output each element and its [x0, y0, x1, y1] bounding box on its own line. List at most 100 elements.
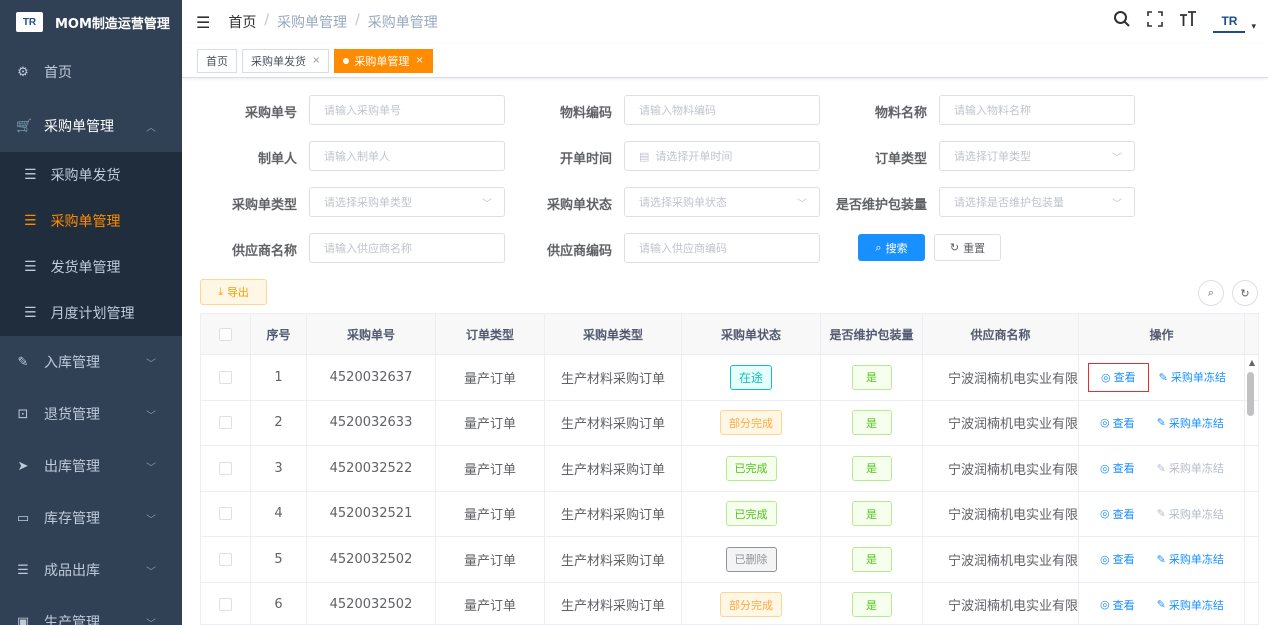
order-type-select[interactable]: 请选择订单类型 ﹀ — [939, 141, 1135, 171]
search-button[interactable]: ⌕ 搜索 — [858, 234, 925, 261]
sidebar-item-home[interactable]: ⚙ 首页 — [0, 44, 182, 100]
view-label: 查看 — [1112, 507, 1135, 521]
po-no-label: 采购单号 — [244, 106, 297, 121]
sidebar-item-purchase-order[interactable]: 🛒 采购单管理 ︿ — [0, 100, 182, 152]
logo-row: TR MOM制造运营管理 — [0, 0, 182, 44]
sidebar-subitem-po-shipping[interactable]: ☰ 采购单发货 — [0, 152, 182, 198]
sidebar-subitem-label: 月度计划管理 — [50, 306, 135, 322]
row-select-cell[interactable] — [201, 446, 251, 491]
sidebar-subitem-delivery-note[interactable]: ☰ 发货单管理 — [0, 244, 182, 290]
eye-icon: ◎ — [1100, 416, 1110, 430]
sidebar-item-returns[interactable]: ⊡ 退货管理 ﹀ — [0, 388, 182, 440]
avatar[interactable]: TR — [1213, 11, 1246, 33]
row-checkbox[interactable] — [219, 416, 232, 430]
edit-icon: ✎ — [1156, 461, 1166, 475]
row-checkbox[interactable] — [219, 598, 232, 612]
cell-supplier: 宁波润楠机电实业有限 — [923, 446, 1079, 491]
chevron-down-icon: ﹀ — [146, 514, 156, 526]
app-title: MOM制造运营管理 — [55, 16, 170, 32]
material-code-label: 物料编码 — [559, 106, 612, 121]
view-label: 查看 — [1112, 462, 1135, 476]
header-select-all[interactable] — [201, 314, 251, 354]
scroll-up-icon[interactable]: ▲ — [1249, 358, 1255, 367]
sidebar-item-outbound[interactable]: ➤ 出库管理 ﹀ — [0, 440, 182, 492]
freeze-button[interactable]: ✎ 采购单冻结 — [1157, 597, 1224, 613]
tag-po-shipping[interactable]: 采购单发货 × — [242, 48, 330, 73]
po-type-select[interactable]: 请选择采购单类型 ﹀ — [309, 187, 505, 217]
sidebar-subitem-po-management[interactable]: ☰ 采购单管理 — [0, 198, 182, 244]
freeze-label: 采购单冻结 — [1170, 371, 1226, 385]
supplier-name-input[interactable]: 请输入供应商名称 — [309, 233, 505, 263]
close-icon[interactable]: × — [312, 55, 320, 66]
freeze-button[interactable]: ✎ 采购单冻结 — [1157, 551, 1224, 567]
table-row: 1 4520032637 量产订单 生产材料采购订单 在途 是 宁波润楠机电实业有限 ◎ 查看 ✎… — [201, 355, 1258, 401]
hamburger-icon[interactable]: ☰ — [196, 13, 210, 32]
view-button[interactable]: ◎ 查看 — [1088, 545, 1147, 574]
caret-down-icon[interactable]: ▾ — [1251, 22, 1256, 32]
search-icon[interactable] — [1113, 10, 1131, 33]
view-button[interactable]: ◎ 查看 — [1088, 454, 1147, 483]
reset-button[interactable]: ↻ 重置 — [934, 234, 1001, 261]
sidebar-item-finished-goods[interactable]: ☰ 成品出库 ﹀ — [0, 544, 182, 596]
eye-icon: ◎ — [1100, 552, 1110, 566]
freeze-button[interactable]: ✎ 采购单冻结 — [1157, 415, 1224, 431]
freeze-label: 采购单冻结 — [1168, 462, 1224, 476]
view-button[interactable]: ◎ 查看 — [1088, 408, 1147, 437]
row-checkbox[interactable] — [219, 507, 232, 521]
cart-icon: 🛒 — [16, 118, 33, 134]
row-select-cell[interactable] — [201, 355, 251, 400]
view-label: 查看 — [1112, 416, 1135, 430]
material-code-input[interactable]: 请输入物料编码 — [624, 95, 820, 125]
maintain-pack-select[interactable]: 请选择是否维护包装量 ﹀ — [939, 187, 1135, 217]
production-icon: ▣ — [16, 614, 30, 625]
export-button-label: 导出 — [226, 286, 249, 299]
edit-icon: ✎ — [17, 354, 29, 370]
cell-actions: ◎ 查看 ✎ 采购单冻结 — [1079, 446, 1245, 491]
cell-order-type: 量产订单 — [436, 537, 545, 582]
open-time-picker[interactable]: ▤ 请选择开单时间 — [624, 141, 820, 171]
sidebar-item-production[interactable]: ▣ 生产管理 ﹀ — [0, 596, 182, 625]
refresh-icon: ↻ — [949, 241, 960, 254]
cell-pack: 是 — [821, 537, 923, 582]
supplier-code-input[interactable]: 请输入供应商编码 — [624, 233, 820, 263]
row-checkbox[interactable] — [219, 461, 232, 475]
maintain-pack-placeholder: 请选择是否维护包装量 — [954, 196, 1064, 209]
edit-icon: ✎ — [1156, 416, 1166, 430]
tag-home[interactable]: 首页 — [197, 48, 237, 73]
refresh-button[interactable]: ↻ — [1232, 280, 1258, 306]
po-no-input[interactable]: 请输入采购单号 — [309, 95, 505, 125]
sidebar-item-inventory[interactable]: ▭ 库存管理 ﹀ — [0, 492, 182, 544]
view-button[interactable]: ◎ 查看 — [1088, 499, 1147, 528]
row-select-cell[interactable] — [201, 582, 251, 624]
close-icon[interactable]: × — [415, 55, 423, 66]
sidebar-subitem-label: 采购单管理 — [50, 214, 121, 230]
row-checkbox[interactable] — [219, 552, 232, 566]
cell-supplier: 宁波润楠机电实业有限 — [923, 355, 1079, 400]
sidebar-item-inbound[interactable]: ✎ 入库管理 ﹀ — [0, 336, 182, 388]
fullscreen-icon[interactable] — [1147, 11, 1164, 32]
sidebar-subitem-monthly-plan[interactable]: ☰ 月度计划管理 — [0, 290, 182, 336]
table-scrollbar[interactable] — [1247, 372, 1254, 416]
cell-po-type: 生产材料采购订单 — [545, 537, 682, 582]
eye-icon: ◎ — [1100, 461, 1110, 475]
cell-order-type: 量产订单 — [436, 446, 545, 491]
row-select-cell[interactable] — [201, 537, 251, 582]
creator-input[interactable]: 请输入制单人 — [309, 141, 505, 171]
freeze-label: 采购单冻结 — [1168, 507, 1224, 521]
search-icon: ⌕ — [875, 240, 882, 254]
tag-po-management[interactable]: 采购单管理 × — [334, 48, 433, 73]
row-select-cell[interactable] — [201, 400, 251, 445]
view-button[interactable]: ◎ 查看 — [1088, 590, 1147, 619]
po-status-select[interactable]: 请选择采购单状态 ﹀ — [624, 187, 820, 217]
select-all-checkbox[interactable] — [219, 327, 232, 341]
row-select-cell[interactable] — [201, 491, 251, 536]
material-name-input[interactable]: 请输入物料名称 — [939, 95, 1135, 125]
export-button[interactable]: ⤓ 导出 — [200, 279, 267, 305]
row-checkbox[interactable] — [219, 370, 232, 384]
font-size-icon[interactable] — [1179, 11, 1197, 32]
freeze-button[interactable]: ✎ 采购单冻结 — [1159, 369, 1226, 385]
view-button[interactable]: ◎ 查看 — [1088, 362, 1149, 392]
breadcrumb-home[interactable]: 首页 — [228, 12, 256, 32]
search-button-label: 搜索 — [885, 241, 908, 255]
toggle-search-button[interactable]: ⌕ — [1198, 280, 1224, 306]
